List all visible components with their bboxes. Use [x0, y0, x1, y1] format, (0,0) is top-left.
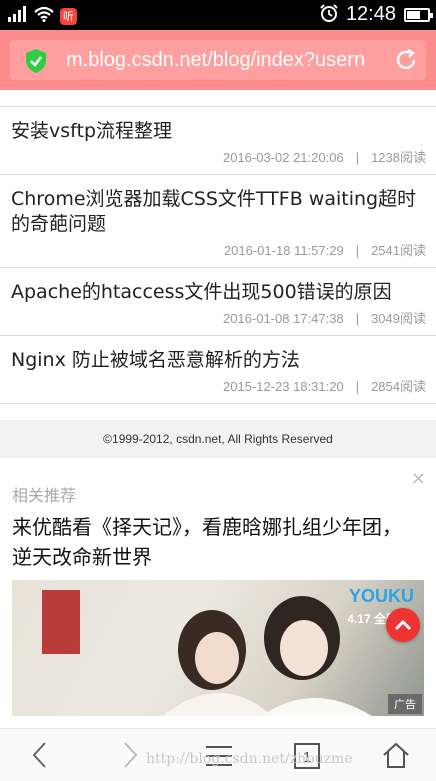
reload-icon[interactable] — [394, 48, 418, 76]
home-icon[interactable] — [382, 741, 410, 773]
meta-separator: | — [355, 243, 360, 258]
status-bar: 听 12:48 — [0, 0, 436, 30]
watermark-text: http://blog.csdn.net/zhouzme — [146, 751, 353, 767]
article-reads: 2541阅读 — [371, 243, 426, 258]
article-reads: 3049阅读 — [371, 311, 426, 326]
article-item[interactable]: 安装vsftp流程整理 2016-03-02 21:20:06 | 1238阅读 — [0, 107, 436, 175]
url-text[interactable]: m.blog.csdn.net/blog/index?usern — [66, 49, 366, 72]
article-item[interactable]: Apache的htaccess文件出现500错误的原因 2016-01-08 1… — [0, 268, 436, 336]
article-meta: 2016-01-18 11:57:29 | 2541阅读 — [11, 237, 426, 267]
status-left: 听 — [8, 6, 77, 26]
article-meta: 2016-01-08 17:47:38 | 3049阅读 — [11, 305, 426, 335]
article-date: 2016-01-08 17:47:38 — [222, 311, 344, 326]
article-reads: 1238阅读 — [371, 150, 426, 165]
article-date: 2016-03-02 21:20:06 — [222, 150, 344, 165]
meta-separator: | — [355, 311, 360, 326]
article-date: 2015-12-23 18:31:20 — [222, 379, 344, 394]
ad-banner-image[interactable]: YOUKU 4.17 全网 广告 — [12, 580, 424, 716]
forward-icon[interactable] — [120, 741, 140, 773]
address-bar: m.blog.csdn.net/blog/index?usern — [0, 30, 436, 90]
scroll-top-button[interactable] — [386, 608, 420, 642]
ad-badge: 广告 — [388, 694, 422, 714]
article-reads: 2854阅读 — [371, 379, 426, 394]
close-icon[interactable]: × — [411, 468, 426, 489]
meta-separator: | — [355, 379, 360, 394]
alarm-icon — [320, 3, 338, 26]
copyright-footer: ©1999-2012, csdn.net, All Rights Reserve… — [0, 420, 436, 458]
recommend-card[interactable]: 相关推荐 × 来优酷看《择天记》，看鹿晗娜扎组少年团，逆天改命新世界 YOUKU… — [0, 466, 436, 728]
chevron-up-icon — [394, 616, 412, 635]
article-meta: 2016-03-02 21:20:06 | 1238阅读 — [11, 144, 426, 174]
article-meta: 2015-12-23 18:31:20 | 2854阅读 — [11, 373, 426, 403]
meta-separator: | — [355, 150, 360, 165]
article-title[interactable]: 安装vsftp流程整理 — [11, 107, 426, 144]
article-date: 2016-01-18 11:57:29 — [223, 243, 344, 258]
battery-icon — [404, 7, 433, 22]
article-title[interactable]: Apache的htaccess文件出现500错误的原因 — [11, 268, 426, 305]
recommend-title[interactable]: 来优酷看《择天记》，看鹿晗娜扎组少年团，逆天改命新世界 — [12, 512, 412, 572]
article-list: 安装vsftp流程整理 2016-03-02 21:20:06 | 1238阅读 C… — [0, 92, 436, 404]
clock-time: 12:48 — [345, 3, 396, 25]
shield-check-icon[interactable] — [24, 48, 48, 78]
article-title[interactable]: Chrome浏览器加载CSS文件TTFB waiting超时的奇葩问题 — [11, 175, 426, 237]
back-icon[interactable] — [30, 741, 50, 773]
article-item[interactable]: Nginx 防止被域名恶意解析的方法 2015-12-23 18:31:20 | 2… — [0, 336, 436, 404]
url-box[interactable]: m.blog.csdn.net/blog/index?usern — [10, 40, 426, 80]
list-top-divider — [0, 92, 436, 107]
signal-icon — [8, 6, 28, 26]
status-right: 12:48 — [320, 3, 433, 26]
listen-badge-icon: 听 — [60, 7, 77, 25]
article-title[interactable]: Nginx 防止被域名恶意解析的方法 — [11, 336, 426, 373]
recommend-label: 相关推荐 — [12, 486, 77, 505]
wifi-icon — [34, 6, 54, 26]
youku-logo: YOUKU — [348, 586, 414, 606]
article-item[interactable]: Chrome浏览器加载CSS文件TTFB waiting超时的奇葩问题 2016… — [0, 175, 436, 268]
